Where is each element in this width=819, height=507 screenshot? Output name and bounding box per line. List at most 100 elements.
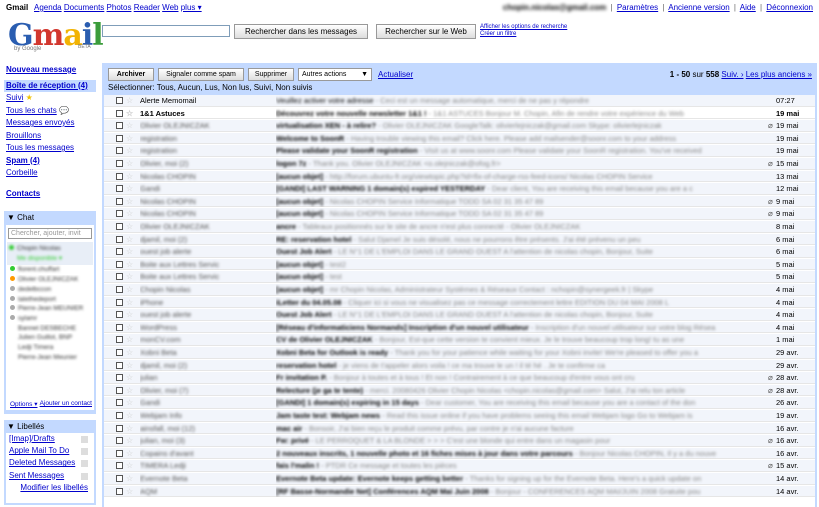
row-checkbox[interactable] <box>116 97 123 104</box>
email-row[interactable]: ☆ Olivier, moi (2) logon 7z - Thank you. O… <box>104 158 815 170</box>
logout-link[interactable]: Déconnexion <box>766 3 813 12</box>
row-checkbox[interactable] <box>116 185 123 193</box>
email-row[interactable]: ☆ Nicolas CHOPIN [aucun objet] - Nicolas C… <box>104 208 815 220</box>
chat-contact[interactable]: talethedeport <box>6 295 94 305</box>
modify-labels-link[interactable]: Modifier les libellés <box>9 482 94 494</box>
email-row[interactable]: ☆ ouest job alerte Ouest Job Alert - LE N°… <box>104 309 815 321</box>
email-row[interactable]: ☆ Xobni Beta Xobni Beta for Outlook is rea… <box>104 347 815 359</box>
star-icon[interactable]: ☆ <box>126 196 133 207</box>
chat-contact[interactable]: Bannet DESBECHE <box>6 324 94 334</box>
gmail-logo[interactable]: Gmail by Google BETA <box>6 18 104 54</box>
row-checkbox[interactable] <box>116 260 123 268</box>
label-item[interactable]: [Imap]/Drafts <box>9 433 94 445</box>
email-row[interactable]: ☆ Olivier OLEJNICZAK virtualisation XEN - … <box>104 120 815 132</box>
row-checkbox[interactable] <box>116 197 123 205</box>
archive-button[interactable]: Archiver <box>108 68 154 81</box>
delete-button[interactable]: Supprimer <box>248 68 294 81</box>
star-icon[interactable]: ☆ <box>126 171 133 182</box>
add-contact-link[interactable]: Ajouter un contact <box>40 400 92 407</box>
star-icon[interactable]: ☆ <box>126 334 133 345</box>
star-icon[interactable]: ☆ <box>126 158 133 169</box>
row-checkbox[interactable] <box>116 323 123 331</box>
photos-link[interactable]: Photos <box>107 3 132 12</box>
row-checkbox[interactable] <box>116 298 123 306</box>
old-version-link[interactable]: Ancienne version <box>668 3 729 12</box>
star-icon[interactable]: ☆ <box>126 423 133 434</box>
row-checkbox[interactable] <box>116 449 123 457</box>
label-item[interactable]: Sent Messages <box>9 470 94 482</box>
label-color-swatch[interactable] <box>81 472 88 480</box>
row-checkbox[interactable] <box>116 374 123 382</box>
star-icon[interactable]: ☆ <box>126 347 133 358</box>
email-row[interactable]: ☆ Boite aux Lettres Servic [aucun objet] -… <box>104 271 815 283</box>
email-row[interactable]: ☆ AQM [RF Basse-Normandie Net] Conférences… <box>104 485 815 498</box>
star-icon[interactable]: ☆ <box>126 385 133 396</box>
email-row[interactable]: ☆ registration Welcome to SoonR - Having t… <box>104 132 815 145</box>
label-color-swatch[interactable] <box>81 436 88 443</box>
search-web-button[interactable]: Rechercher sur le Web <box>376 24 476 39</box>
chat-header[interactable]: ▼ Chat <box>4 211 96 224</box>
star-icon[interactable]: ☆ <box>126 120 133 131</box>
label-item[interactable]: Apple Mail To Do <box>9 445 94 457</box>
chat-contact[interactable]: dedelbccon <box>6 285 94 295</box>
chat-contact[interactable]: Julien Guillot, BNP <box>6 333 94 343</box>
nav-inbox[interactable]: Boîte de réception (4) <box>4 79 96 92</box>
star-icon[interactable]: ☆ <box>126 360 133 371</box>
row-checkbox[interactable] <box>116 248 123 256</box>
row-checkbox[interactable] <box>116 311 123 319</box>
star-icon[interactable]: ☆ <box>126 372 133 383</box>
chat-search-input[interactable]: Chercher, ajouter, invit <box>8 228 92 239</box>
email-row[interactable]: ☆ Chopin Nicolas [aucun objet] - mr Chopin… <box>104 284 815 296</box>
nav-drafts[interactable]: Brouillons <box>6 130 96 143</box>
nav-all-mail[interactable]: Tous les messages <box>6 142 96 155</box>
agenda-link[interactable]: Agenda <box>34 3 62 12</box>
row-checkbox[interactable] <box>116 134 123 142</box>
star-icon[interactable]: ☆ <box>126 410 133 421</box>
star-icon[interactable]: ☆ <box>126 95 133 106</box>
email-row[interactable]: ☆ 1&1 Astuces Découvrez votre nouvelle new… <box>104 107 815 120</box>
refresh-link[interactable]: Actualiser <box>378 70 413 79</box>
email-row[interactable]: ☆ ouest job alerte Ouest Job Alert - LE N°… <box>104 246 815 258</box>
chat-contact[interactable]: Olivier OLEJNICZAK <box>6 275 94 285</box>
chat-contact[interactable]: Ledji Timera <box>6 343 94 353</box>
row-checkbox[interactable] <box>116 386 123 394</box>
label-color-swatch[interactable] <box>81 448 88 456</box>
row-checkbox[interactable] <box>116 462 123 470</box>
row-checkbox[interactable] <box>116 399 123 407</box>
email-row[interactable]: ☆ TIMERA Ledji fais l'malin ! - PTDR Ce me… <box>104 460 815 472</box>
star-icon[interactable]: ☆ <box>126 435 133 446</box>
next-page-link[interactable]: Suiv. › <box>721 70 743 79</box>
show-search-options-link[interactable]: Afficher les options de recherche <box>480 24 567 30</box>
row-checkbox[interactable] <box>116 424 123 432</box>
email-row[interactable]: ☆ Gandi [GANDI] 1 domain(s) expiring in 15… <box>104 397 815 409</box>
labels-header[interactable]: ▼ Libellés <box>4 420 96 433</box>
chat-contact[interactable]: florent.chuffart <box>6 265 94 275</box>
email-row[interactable]: ☆ Alerte Memomail Veuillez activer votre a… <box>104 95 815 107</box>
reader-link[interactable]: Reader <box>134 3 160 12</box>
row-checkbox[interactable] <box>116 172 123 180</box>
star-icon[interactable]: ☆ <box>126 309 133 320</box>
nav-contacts[interactable]: Contacts <box>6 188 96 201</box>
star-icon[interactable]: ☆ <box>126 297 133 308</box>
email-row[interactable]: ☆ iPhone iLetter du 04.05.08 - Cliquer ici… <box>104 296 815 309</box>
star-icon[interactable]: ☆ <box>126 145 133 156</box>
star-icon[interactable]: ☆ <box>126 183 133 194</box>
row-checkbox[interactable] <box>116 437 123 445</box>
search-input[interactable] <box>102 25 230 37</box>
email-row[interactable]: ☆ Gandi [GANDI] LAST WARNING 1 domain(s) e… <box>104 183 815 195</box>
chat-contact[interactable]: Pierre-Jean Meunier <box>6 353 94 363</box>
chat-self-status[interactable]: Chopin Nicolas Me disponible ▾ <box>7 242 93 266</box>
create-filter-link[interactable]: Créer un filtre <box>480 31 516 37</box>
email-row[interactable]: ☆ WordPress [Réseau d'informaticiens Norma… <box>104 321 815 334</box>
email-row[interactable]: ☆ Webjam Info Jam taste test: Webjam news … <box>104 410 815 422</box>
nav-chats-row[interactable]: Tous les chats 💬 <box>6 105 96 118</box>
star-icon[interactable]: ☆ <box>126 108 133 119</box>
search-mail-button[interactable]: Rechercher dans les messages <box>234 24 368 39</box>
help-link[interactable]: Aide <box>740 3 756 12</box>
chat-contact[interactable]: sylamr <box>6 314 94 324</box>
email-row[interactable]: ☆ Nicolas CHOPIN [aucun objet] - http://fo… <box>104 170 815 183</box>
email-row[interactable]: ☆ Boite aux Lettres Servic [aucun objet] -… <box>104 258 815 271</box>
row-checkbox[interactable] <box>116 235 123 243</box>
row-checkbox[interactable] <box>116 273 123 281</box>
more-link[interactable]: plus ▾ <box>181 3 202 12</box>
